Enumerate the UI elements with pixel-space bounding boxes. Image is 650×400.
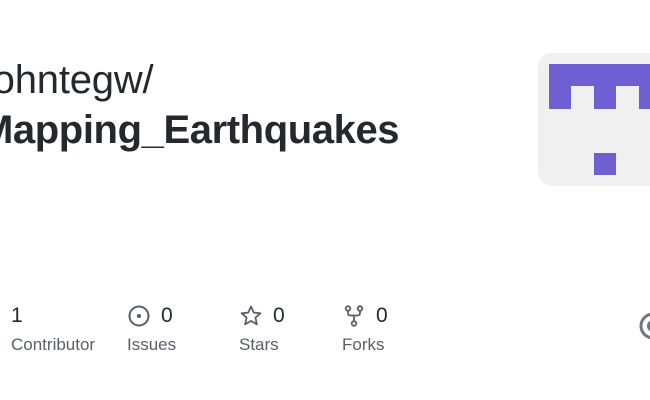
repository-owner[interactable]: johntegw/ (0, 56, 154, 104)
stat-forks[interactable]: 0 Forks (342, 300, 388, 360)
stars-count: 0 (273, 304, 285, 327)
repo-forked-icon (342, 304, 366, 328)
star-icon (239, 304, 263, 328)
github-logo-icon (638, 311, 650, 341)
contributors-label: Contributor (11, 335, 96, 354)
issue-opened-icon (127, 304, 151, 328)
repository-name[interactable]: Mapping_Earthquakes (0, 106, 400, 154)
stat-issues[interactable]: 0 Issues (127, 300, 176, 360)
stat-stars[interactable]: 0 Stars (239, 300, 285, 360)
issues-count: 0 (161, 304, 173, 327)
forks-label: Forks (342, 335, 385, 354)
stat-contributors[interactable]: 1 Contributor (11, 300, 95, 360)
issues-label: Issues (127, 335, 177, 354)
identicon-icon (549, 64, 650, 175)
stars-label: Stars (239, 335, 279, 354)
owner-avatar[interactable] (538, 53, 650, 186)
forks-count: 0 (376, 304, 388, 327)
repository-social-card: johntegw/ Mapping_Earthquakes 1 Contribu… (0, 0, 650, 400)
contributors-count: 1 (11, 304, 23, 327)
